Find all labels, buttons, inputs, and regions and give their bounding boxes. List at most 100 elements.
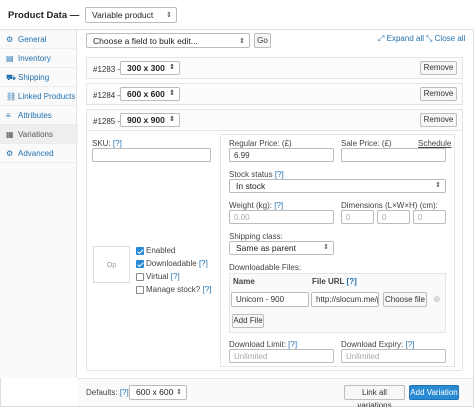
enabled-checkbox[interactable] — [136, 247, 144, 255]
regular-price-label: Regular Price: (£) — [229, 139, 292, 148]
tab-label: Inventory — [18, 54, 51, 63]
expand-all-link[interactable]: ⤢ Expand all — [378, 34, 424, 44]
help-icon[interactable]: [?] — [113, 139, 122, 148]
panel-header: Product Data — Variable product ⇕ — [0, 0, 474, 30]
select-arrows-icon: ⇕ — [169, 90, 175, 97]
help-icon[interactable]: [?] — [171, 272, 180, 281]
manage-stock-checkbox[interactable] — [136, 286, 144, 294]
variation-size-value: 300 x 300 — [127, 63, 165, 73]
help-icon[interactable]: [?] — [120, 388, 129, 397]
bulk-edit-select[interactable]: Choose a field to bulk edit... ⇕ — [86, 33, 250, 48]
stock-status-select[interactable]: In stock ⇕ — [229, 179, 446, 193]
schedule-link[interactable]: Schedule — [418, 139, 451, 148]
shipping-class-select[interactable]: Same as parent ⇕ — [229, 241, 334, 255]
tab-general[interactable]: ⚙ General — [0, 30, 77, 49]
inventory-icon: ▤ — [6, 54, 14, 63]
defaults-label: Defaults: [?] — [86, 388, 129, 397]
tab-shipping[interactable]: ⛟ Shipping — [0, 68, 77, 87]
panel-title: Product Data — — [8, 10, 80, 21]
add-file-button[interactable]: Add File — [232, 314, 264, 328]
sku-label: SKU: [?] — [92, 139, 122, 148]
download-limit-label: Download Limit: [?] — [229, 340, 298, 349]
grid-icon: ▦ — [6, 130, 14, 139]
help-icon[interactable]: [?] — [288, 340, 297, 349]
help-icon[interactable]: [?] — [274, 201, 283, 210]
download-expiry-label: Download Expiry: [?] — [341, 340, 415, 349]
remove-variation-button[interactable]: Remove — [420, 87, 457, 101]
gear-icon: ⚙ — [6, 149, 14, 158]
variation-row[interactable]: #1283 — 300 x 300 ⇕ Remove — [86, 57, 463, 79]
select-arrows-icon: ⇕ — [435, 182, 441, 189]
variation-size-select[interactable]: 300 x 300 ⇕ — [120, 61, 180, 75]
manage-stock-label: Manage stock? [?] — [146, 285, 212, 294]
variation-size-select[interactable]: 600 x 600 ⇕ — [120, 87, 180, 101]
help-icon[interactable]: [?] — [347, 277, 357, 286]
sale-price-input[interactable] — [341, 148, 446, 162]
tab-advanced[interactable]: ⚙ Advanced — [0, 144, 77, 163]
length-input[interactable]: 0 — [341, 210, 374, 224]
expand-icon: ⤢ — [378, 34, 385, 43]
default-variation-value: 600 x 600 — [136, 387, 174, 397]
download-expiry-input[interactable]: Unlimited — [341, 349, 446, 363]
collapse-icon: ⤡ — [426, 34, 433, 43]
choose-file-button[interactable]: Choose file — [383, 292, 427, 307]
shipping-class-value: Same as parent — [236, 243, 297, 253]
stock-status-label: Stock status [?] — [229, 170, 284, 179]
truck-icon: ⛟ — [6, 73, 17, 82]
col-name-header: Name — [233, 277, 255, 286]
select-arrows-icon: ⇕ — [169, 64, 175, 71]
select-arrows-icon: ⇕ — [239, 38, 245, 45]
virtual-label: Virtual [?] — [146, 272, 180, 281]
weight-input[interactable]: 0.00 — [229, 210, 334, 224]
variation-row[interactable]: #1285 — 900 x 900 ⇕ Remove — [86, 109, 463, 131]
remove-variation-button[interactable]: Remove — [420, 61, 457, 75]
help-icon[interactable]: [?] — [275, 170, 284, 179]
delete-file-icon[interactable]: ⊗ — [433, 294, 441, 305]
remove-variation-button[interactable]: Remove — [420, 113, 457, 127]
product-type-select[interactable]: Variable product ⇕ — [85, 7, 177, 23]
tab-variations[interactable]: ▦ Variations — [0, 125, 78, 144]
help-icon[interactable]: [?] — [199, 259, 208, 268]
dimensions-label: Dimensions (L×W×H) (cm): — [341, 201, 438, 210]
wrench-icon: ⚙ — [6, 35, 14, 44]
download-limit-input[interactable]: Unlimited — [229, 349, 334, 363]
expand-all-label: Expand all — [386, 34, 424, 43]
file-name-input[interactable]: Unicorn - 900 — [231, 292, 309, 307]
close-all-link[interactable]: ⤡ Close all — [426, 34, 465, 44]
default-variation-select[interactable]: 600 x 600 ⇕ — [129, 385, 187, 400]
enabled-label: Enabled — [146, 246, 176, 255]
link-all-variations-button[interactable]: Link all variations — [344, 385, 405, 407]
help-icon[interactable]: [?] — [405, 340, 414, 349]
tab-label: Advanced — [18, 149, 54, 158]
virtual-checkbox[interactable] — [136, 273, 144, 281]
sku-input[interactable] — [92, 148, 211, 162]
help-icon[interactable]: [?] — [203, 285, 212, 294]
variation-image-placeholder[interactable]: Op — [93, 246, 130, 283]
link-icon: ⛓ — [6, 92, 17, 101]
tab-attributes[interactable]: ≡ Attributes — [0, 106, 77, 125]
regular-price-input[interactable]: 6.99 — [229, 148, 334, 162]
variation-size-value: 600 x 600 — [127, 89, 165, 99]
tab-linked-products[interactable]: ⛓ Linked Products — [0, 87, 77, 106]
height-input[interactable]: 0 — [413, 210, 446, 224]
file-url-input[interactable]: http://slocum.me/p — [311, 292, 379, 307]
variation-size-value: 900 x 900 — [127, 115, 165, 125]
width-input[interactable]: 0 — [377, 210, 410, 224]
go-button[interactable]: Go — [254, 33, 271, 48]
product-type-value: Variable product — [92, 10, 154, 20]
downloadable-files-label: Downloadable Files: — [229, 263, 302, 272]
tab-inventory[interactable]: ▤ Inventory — [0, 49, 77, 68]
select-arrows-icon: ⇕ — [166, 12, 172, 19]
bulk-edit-value: Choose a field to bulk edit... — [93, 36, 198, 46]
variation-size-select[interactable]: 900 x 900 ⇕ — [120, 113, 180, 127]
variation-row[interactable]: #1284 — 600 x 600 ⇕ Remove — [86, 83, 463, 105]
select-arrows-icon: ⇕ — [169, 116, 175, 123]
close-all-label: Close all — [434, 34, 466, 43]
downloadable-checkbox[interactable] — [136, 260, 144, 268]
stock-status-value: In stock — [236, 181, 266, 191]
variations-panel: Choose a field to bulk edit... ⇕ Go ⤢ Ex… — [78, 30, 473, 378]
add-variation-button[interactable]: Add Variation — [409, 385, 459, 400]
tab-label: Shipping — [18, 73, 50, 82]
tab-label: General — [18, 35, 47, 44]
select-arrows-icon: ⇕ — [323, 244, 329, 251]
